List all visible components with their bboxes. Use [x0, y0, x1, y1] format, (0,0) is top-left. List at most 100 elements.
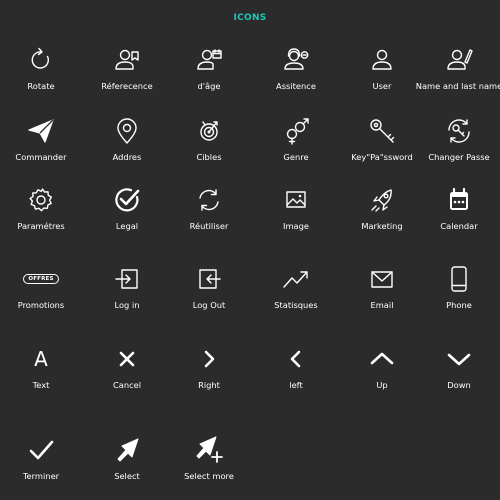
gender-icon	[281, 116, 311, 146]
icon-label: Phone	[446, 300, 472, 310]
icon-label: Log Out	[192, 300, 226, 310]
icon-label: Key"Pa"ssword	[351, 152, 413, 162]
rocket-icon	[367, 185, 397, 215]
gear-icon	[26, 185, 56, 215]
icon-item-11[interactable]: Changer Passe	[417, 116, 500, 162]
trend-up-icon	[281, 264, 311, 294]
user-headset-icon	[281, 45, 311, 75]
icon-item-16[interactable]: Marketing	[340, 185, 424, 231]
offers-badge-text: OFFRES	[23, 274, 59, 284]
chevron-up-icon	[367, 344, 397, 374]
chevron-left-icon	[281, 344, 311, 374]
icon-item-27[interactable]: left	[254, 344, 338, 390]
icon-item-3[interactable]: Assitence	[254, 45, 338, 91]
paper-plane-icon	[26, 116, 56, 146]
icon-label: Rotate	[27, 81, 55, 91]
user-edit-icon	[444, 45, 474, 75]
page-title: ICONS	[233, 13, 267, 23]
icon-label: Up	[376, 380, 388, 390]
icon-label: Changer Passe	[428, 152, 490, 162]
icon-item-18[interactable]: OFFRES Promotions	[0, 264, 83, 310]
icon-item-24[interactable]: A Text	[0, 344, 83, 390]
envelope-icon	[367, 264, 397, 294]
cursor-arrow-icon	[112, 435, 142, 465]
icon-label: Réutiliser	[189, 221, 229, 231]
chevron-down-icon	[444, 344, 474, 374]
icon-item-8[interactable]: Cibles	[167, 116, 251, 162]
icon-item-28[interactable]: Up	[340, 344, 424, 390]
icon-label: Email	[370, 300, 394, 310]
icon-label: User	[372, 81, 392, 91]
icon-item-23[interactable]: Phone	[417, 264, 500, 310]
icon-item-12[interactable]: Paramétres	[0, 185, 83, 231]
icon-item-25[interactable]: Cancel	[85, 344, 169, 390]
icon-item-2[interactable]: d'âge	[167, 45, 251, 91]
phone-icon	[444, 264, 474, 294]
icon-item-15[interactable]: Image	[254, 185, 338, 231]
icon-item-22[interactable]: Email	[340, 264, 424, 310]
check-circle-icon	[112, 185, 142, 215]
user-calendar-icon	[194, 45, 224, 75]
icon-label: Image	[283, 221, 309, 231]
key-refresh-icon	[444, 116, 474, 146]
cursor-arrow-plus-icon	[194, 435, 224, 465]
icon-label: Addres	[112, 152, 142, 162]
icon-label: Réferecence	[101, 81, 153, 91]
text-glyph: A	[34, 347, 48, 371]
icon-item-30[interactable]: Terminer	[0, 435, 83, 481]
close-icon	[112, 344, 142, 374]
icon-label: Statisques	[274, 300, 318, 310]
icon-label: Cancel	[112, 380, 142, 390]
icon-label: Assitence	[276, 81, 316, 91]
rotate-icon	[26, 45, 56, 75]
icon-label: Text	[32, 380, 50, 390]
icon-label: Log in	[114, 300, 140, 310]
user-reference-icon	[112, 45, 142, 75]
user-icon	[367, 45, 397, 75]
icon-item-5[interactable]: Name and last name	[415, 45, 500, 91]
icon-item-4[interactable]: User	[340, 45, 424, 91]
icon-item-9[interactable]: Genre	[254, 116, 338, 162]
icon-item-31[interactable]: Select	[85, 435, 169, 481]
icon-label: Marketing	[361, 221, 403, 231]
icon-item-17[interactable]: Calendar	[417, 185, 500, 231]
icon-item-19[interactable]: Log in	[85, 264, 169, 310]
map-pin-icon	[112, 116, 142, 146]
icon-item-26[interactable]: Right	[167, 344, 251, 390]
icon-label: left	[289, 380, 303, 390]
icon-item-0[interactable]: Rotate	[0, 45, 83, 91]
icon-label: d'âge	[197, 81, 221, 91]
log-out-icon	[194, 264, 224, 294]
icon-item-20[interactable]: Log Out	[167, 264, 251, 310]
target-icon	[194, 116, 224, 146]
icon-item-10[interactable]: Key"Pa"ssword	[340, 116, 424, 162]
icon-item-6[interactable]: Commander	[0, 116, 83, 162]
icon-item-21[interactable]: Statisques	[254, 264, 338, 310]
calendar-icon	[444, 185, 474, 215]
icon-label: Cibles	[196, 152, 222, 162]
icon-label: Select	[114, 471, 140, 481]
icon-label: Promotions	[17, 300, 65, 310]
offers-badge-icon: OFFRES	[23, 264, 59, 294]
icon-item-1[interactable]: Réferecence	[85, 45, 169, 91]
icon-item-32[interactable]: Select more	[167, 435, 251, 481]
icon-label: Commander	[15, 152, 67, 162]
icon-item-13[interactable]: Legal	[85, 185, 169, 231]
icon-label: Paramétres	[17, 221, 65, 231]
key-icon	[367, 116, 397, 146]
icon-label: Down	[447, 380, 471, 390]
checkmark-icon	[26, 435, 56, 465]
image-icon	[281, 185, 311, 215]
icon-item-14[interactable]: Réutiliser	[167, 185, 251, 231]
icon-label: Select more	[184, 471, 234, 481]
icon-label: Genre	[283, 152, 309, 162]
chevron-right-icon	[194, 344, 224, 374]
icon-label: Legal	[115, 221, 139, 231]
icon-item-29[interactable]: Down	[417, 344, 500, 390]
reuse-arrows-icon	[194, 185, 224, 215]
icon-item-7[interactable]: Addres	[85, 116, 169, 162]
log-in-icon	[112, 264, 142, 294]
icon-label: Right	[198, 380, 220, 390]
icon-label: Terminer	[22, 471, 60, 481]
icon-label: Name and last name	[415, 81, 500, 91]
